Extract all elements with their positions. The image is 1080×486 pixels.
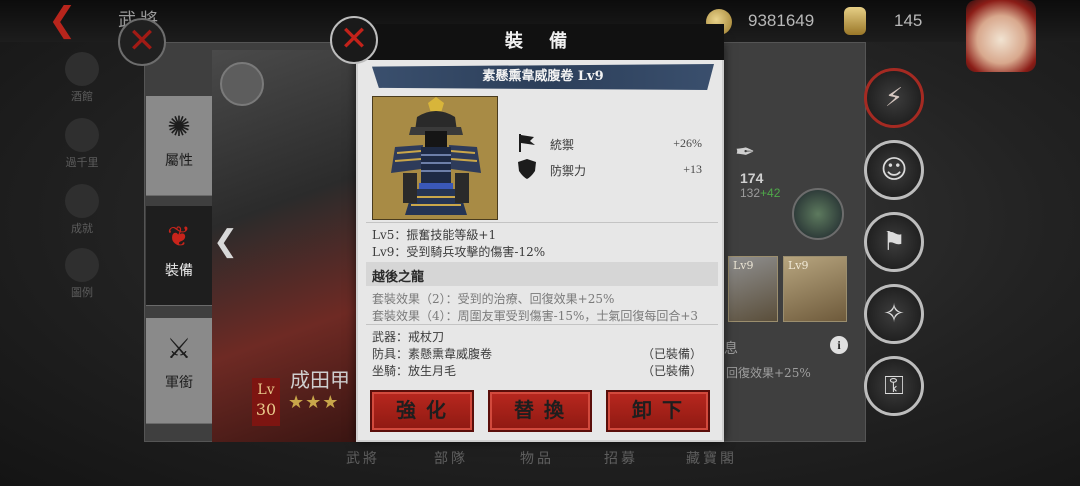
bottom-nav-treasury[interactable]: 藏寶閣 <box>686 448 737 468</box>
set-member-state: （已裝備） <box>641 364 702 378</box>
back-arrow-icon[interactable]: ❮ <box>48 2 84 38</box>
left-nav-item-tavern[interactable]: 酒館 <box>56 52 108 112</box>
left-nav-item-achievements[interactable]: 成就 <box>56 184 108 244</box>
set-member-slot: 防具：素懸熏韋威腹卷 <box>372 347 493 361</box>
tab-label: 裝備 <box>165 263 193 279</box>
swirl-icon: ✺ <box>167 110 191 143</box>
stat-total: 174 <box>740 170 764 186</box>
tab-equipment[interactable]: ❦ 裝備 <box>146 206 212 306</box>
right-menu-dancer-icon[interactable]: ✧ <box>864 284 924 344</box>
set-member-state: （已裝備） <box>641 347 702 361</box>
book-equip-slot[interactable]: Lv9 <box>783 256 847 322</box>
stat-name: 防禦力 <box>550 164 587 178</box>
unequip-button[interactable]: 卸下 <box>606 390 710 432</box>
token-counter: 145 <box>844 7 964 37</box>
tab-label: 屬性 <box>165 153 193 169</box>
close-icon[interactable]: ✕ <box>330 16 378 64</box>
fan-icon: ❦ <box>167 220 191 253</box>
set-effect-4: 套裝效果（4）：周圍友軍受到傷害-15%，士氣回復每回合+3 <box>372 309 699 323</box>
gold-value: 9381649 <box>748 11 815 30</box>
set-effect-2: 套裝效果（2）：受到的治療、回復效果+25% <box>372 292 615 306</box>
scroll-item-icon[interactable] <box>792 188 844 240</box>
shield-icon <box>518 159 536 179</box>
replace-button[interactable]: 替換 <box>488 390 592 432</box>
prev-hero-arrow-icon[interactable]: ❮ <box>213 224 239 264</box>
enhance-button[interactable]: 強化 <box>370 390 474 432</box>
gold-counter: 9381649 <box>706 7 856 37</box>
banner-icon <box>519 134 535 152</box>
samurai-armor-icon <box>373 97 497 219</box>
stat-row-defense: 防禦力 +13 <box>516 158 706 182</box>
hero-lv-value: 30 <box>255 400 277 419</box>
item-name-banner: 素懸熏韋威腹卷 Lv9 <box>372 64 714 90</box>
bottom-nav-generals[interactable]: 武將 <box>346 448 380 468</box>
close-icon[interactable]: ✕ <box>118 18 166 66</box>
left-nav-label: 圖例 <box>71 286 93 299</box>
trophy-icon <box>65 184 99 218</box>
hero-class-icon <box>220 62 264 106</box>
right-menu-skill-icon[interactable]: ⚡ <box>864 68 924 128</box>
level-effect: Lv5：振奮技能等級+1 <box>372 228 497 242</box>
set-name: 越後之龍 <box>372 270 425 285</box>
tab-attributes[interactable]: ✺ 屬性 <box>146 96 212 196</box>
left-nav-label: 酒館 <box>71 90 93 103</box>
scroll-map-icon <box>65 118 99 152</box>
stat-value: +13 <box>683 162 702 176</box>
stat-base: 132 <box>740 186 761 200</box>
hero-name: 成田甲 <box>290 368 350 392</box>
stat-name: 統禦 <box>550 138 575 152</box>
set-member-slot: 坐騎：放生月毛 <box>372 364 457 378</box>
gold-bar-icon <box>844 7 866 35</box>
stat-breakdown: 132+42 <box>740 186 800 200</box>
ghost-set-effect: 回復效果+25% <box>726 366 811 380</box>
hero-level-badge: Lv 30 <box>252 378 280 426</box>
left-nav-item-journey[interactable]: 過千里 <box>56 118 108 178</box>
token-value: 145 <box>894 11 923 30</box>
hero-stat: 174 132+42 <box>740 170 800 200</box>
question-icon <box>65 248 99 282</box>
crossed-swords-icon: ⚔ <box>166 332 192 365</box>
armor-portrait <box>372 96 498 220</box>
left-nav-item-legend[interactable]: 圖例 <box>56 248 108 308</box>
horse-slot-level: Lv9 <box>733 259 754 272</box>
stat-value: +26% <box>673 136 702 150</box>
horse-equip-slot[interactable]: Lv9 <box>728 256 778 322</box>
left-nav-label: 過千里 <box>65 156 99 169</box>
feather-icon: ✒ <box>735 138 756 166</box>
tab-rank[interactable]: ⚔ 軍銜 <box>146 318 212 424</box>
set-member-armor: 防具：素懸熏韋威腹卷 （已裝備） <box>372 345 702 362</box>
stat-bonus: +42 <box>760 186 781 200</box>
tab-label: 軍銜 <box>165 375 193 391</box>
divider <box>366 222 718 223</box>
hero-stars: ★★★ <box>288 392 340 413</box>
level-effect: Lv9：受到騎兵攻擊的傷害-12% <box>372 245 546 259</box>
player-avatar[interactable] <box>966 0 1036 72</box>
right-menu-martial-icon[interactable]: ⚑ <box>864 212 924 272</box>
divider <box>366 324 718 325</box>
dialog-title: 裝 備 <box>358 24 724 60</box>
ghost-label: 息 <box>724 341 738 357</box>
sake-icon <box>65 52 99 86</box>
set-member-mount: 坐騎：放生月毛 （已裝備） <box>372 362 702 379</box>
right-menu-people-icon[interactable]: ☺ <box>864 140 924 200</box>
hero-lv-label: Lv <box>257 382 275 398</box>
bottom-nav-troops[interactable]: 部隊 <box>434 448 468 468</box>
book-slot-level: Lv9 <box>788 259 809 272</box>
left-nav-label: 成就 <box>71 222 93 235</box>
right-menu-lock-icon[interactable]: ⚿ <box>864 356 924 416</box>
set-member-slot: 武器：戒杖刀 <box>372 330 445 344</box>
bottom-nav-recruit[interactable]: 招募 <box>604 448 638 468</box>
set-member-weapon: 武器：戒杖刀 <box>372 328 702 345</box>
bottom-nav-items[interactable]: 物品 <box>520 448 554 468</box>
stat-row-command: 統禦 +26% <box>516 132 706 156</box>
info-icon[interactable]: i <box>830 336 848 354</box>
